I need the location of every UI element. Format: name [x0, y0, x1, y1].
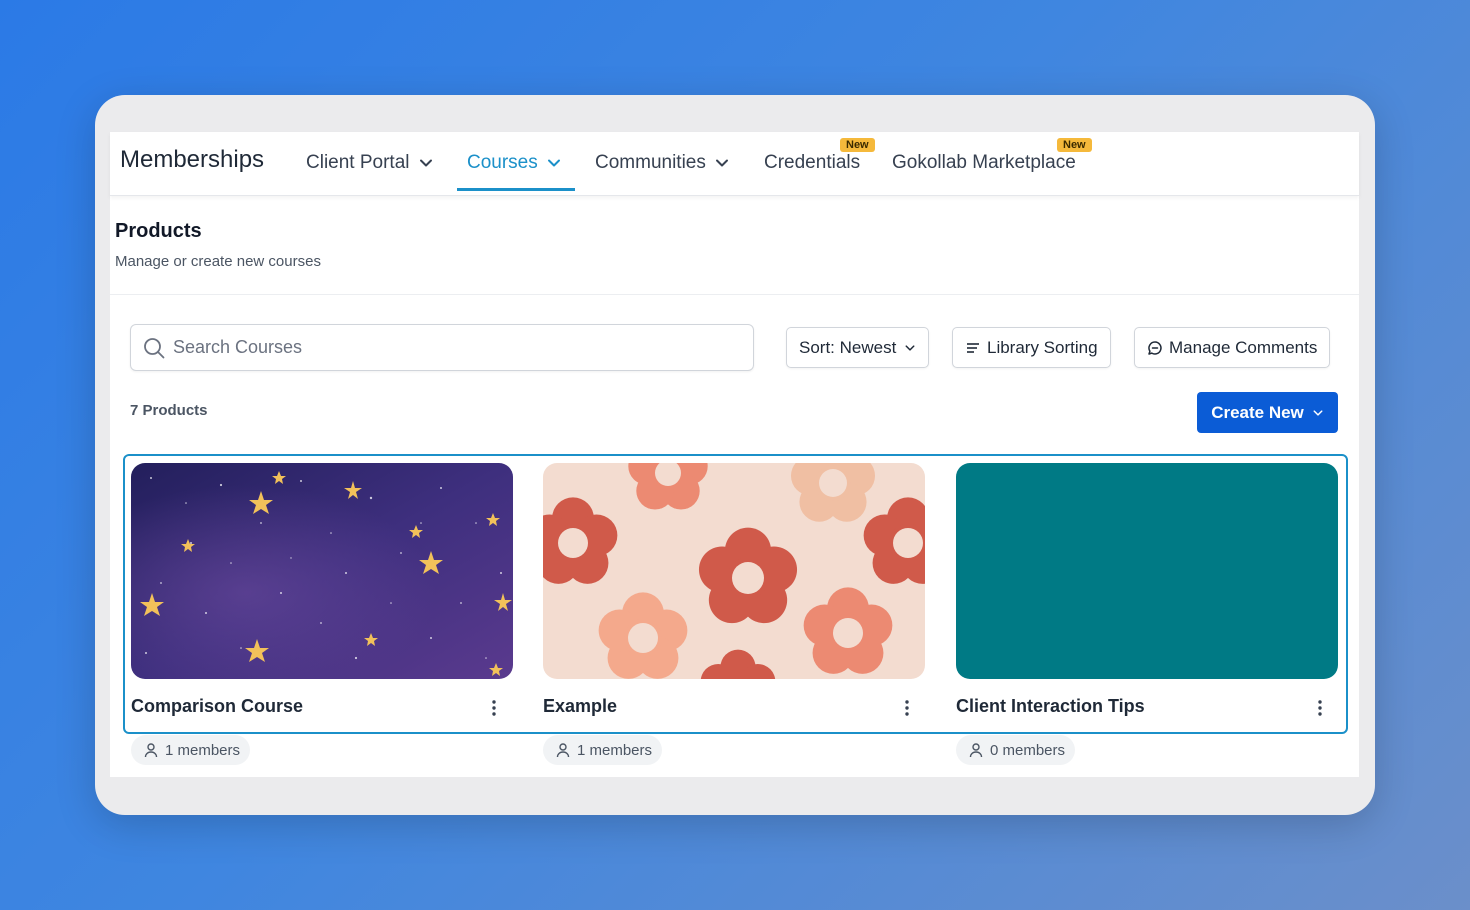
nav-client-portal-label: Client Portal	[306, 152, 410, 173]
nav-gokollab-marketplace[interactable]: Gokollab Marketplace New	[892, 138, 1092, 174]
active-tab-indicator	[457, 188, 575, 191]
nav-marketplace-label: Gokollab Marketplace	[892, 152, 1076, 173]
create-new-button[interactable]: Create New	[1197, 392, 1338, 433]
library-sorting-button[interactable]: Library Sorting	[952, 327, 1111, 368]
nav-client-portal[interactable]: Client Portal	[306, 152, 434, 174]
new-badge: New	[840, 138, 875, 152]
kebab-menu-icon[interactable]	[1310, 698, 1330, 718]
night-sky-image	[131, 463, 513, 679]
flower-pattern-image	[543, 463, 925, 679]
members-count: 0 members	[990, 741, 1066, 759]
create-new-label: Create New	[1211, 402, 1304, 422]
app-container: Memberships Client Portal Courses Commun…	[110, 132, 1359, 777]
course-thumbnail-teal[interactable]	[956, 463, 1338, 679]
chevron-down-icon	[1313, 409, 1323, 416]
user-icon	[969, 743, 983, 758]
window-frame: Memberships Client Portal Courses Commun…	[95, 95, 1375, 815]
course-title[interactable]: Example	[543, 696, 617, 717]
course-card[interactable]: Example 1 members	[543, 463, 925, 765]
manage-comments-label: Manage Comments	[1169, 337, 1318, 357]
nav-credentials-label: Credentials	[764, 152, 861, 173]
course-card[interactable]: Comparison Course 1 members	[131, 463, 513, 765]
user-icon	[556, 743, 570, 758]
sort-label: Sort: Newest	[799, 337, 897, 357]
course-card[interactable]: Client Interaction Tips 0 members	[956, 463, 1338, 765]
kebab-menu-icon[interactable]	[484, 698, 504, 718]
library-sorting-label: Library Sorting	[987, 337, 1098, 357]
nav-credentials[interactable]: Credentials New	[764, 138, 875, 174]
new-badge: New	[1057, 138, 1092, 152]
comment-icon	[1148, 340, 1162, 355]
page-subtitle: Manage or create new courses	[115, 253, 321, 270]
chevron-down-icon	[419, 159, 432, 167]
nav-courses[interactable]: Courses	[467, 152, 562, 174]
nav-communities[interactable]: Communities	[595, 152, 730, 174]
members-count: 1 members	[577, 741, 653, 759]
chevron-down-icon	[547, 159, 560, 167]
kebab-menu-icon[interactable]	[897, 698, 917, 718]
manage-comments-button[interactable]: Manage Comments	[1134, 327, 1331, 368]
search-input[interactable]	[173, 337, 733, 358]
course-title[interactable]: Client Interaction Tips	[956, 696, 1145, 717]
top-navigation: Memberships Client Portal Courses Commun…	[110, 132, 1359, 196]
members-badge: 1 members	[543, 735, 663, 765]
nav-communities-label: Communities	[595, 152, 706, 173]
user-icon	[144, 743, 158, 758]
brand-title: Memberships	[120, 146, 265, 173]
chevron-down-icon	[715, 159, 728, 167]
nav-courses-label: Courses	[467, 152, 538, 173]
chevron-down-icon	[905, 344, 915, 351]
sort-dropdown[interactable]: Sort: Newest	[786, 327, 930, 368]
members-count: 1 members	[165, 741, 241, 759]
search-box[interactable]	[130, 324, 754, 371]
course-thumbnail-night-sky[interactable]	[131, 463, 513, 679]
product-count: 7 Products	[130, 402, 208, 419]
header-divider	[110, 294, 1359, 295]
members-badge: 1 members	[131, 735, 251, 765]
members-badge: 0 members	[956, 735, 1076, 765]
course-title[interactable]: Comparison Course	[131, 696, 303, 717]
page-title: Products	[115, 220, 202, 242]
list-lines-icon	[967, 342, 979, 353]
course-thumbnail-flowers[interactable]	[543, 463, 925, 679]
search-icon	[144, 337, 165, 358]
